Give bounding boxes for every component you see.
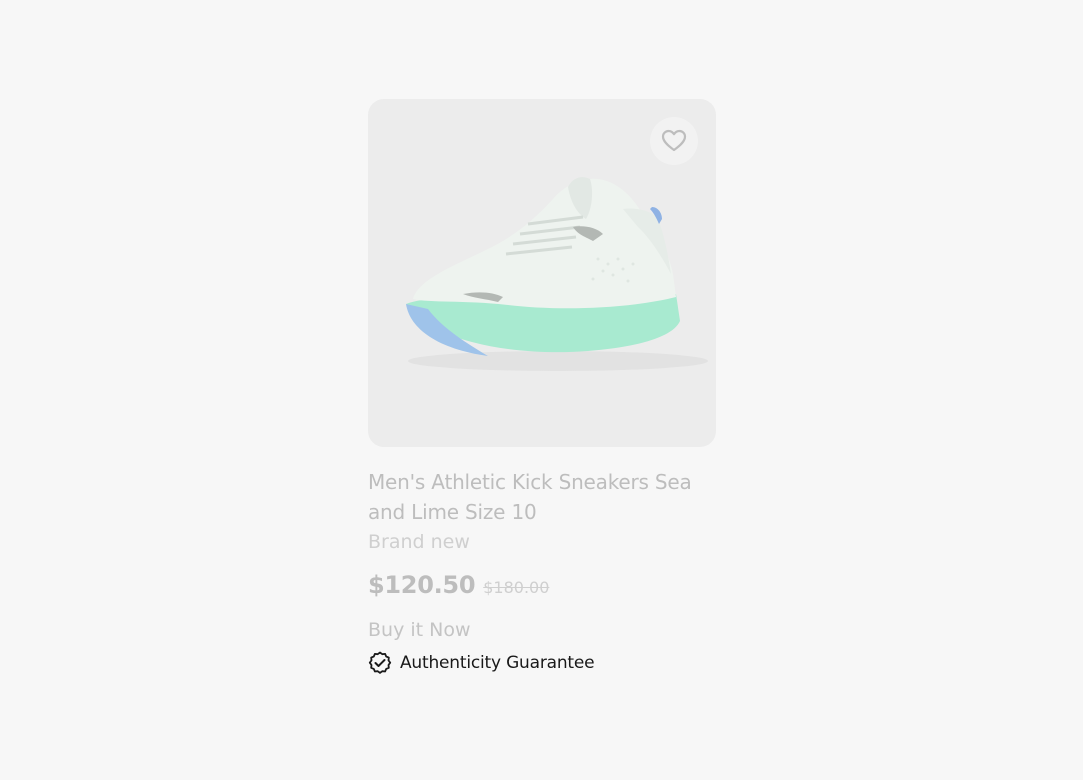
authenticity-guarantee-label: Authenticity Guarantee: [400, 653, 595, 673]
product-title[interactable]: Men's Athletic Kick Sneakers Sea and Lim…: [368, 467, 716, 527]
current-price: $120.50: [368, 571, 476, 599]
product-image-frame[interactable]: [368, 99, 716, 447]
product-card[interactable]: Men's Athletic Kick Sneakers Sea and Lim…: [368, 99, 716, 675]
verified-badge-icon: [368, 651, 392, 674]
heart-icon: [661, 129, 687, 152]
authenticity-guarantee-row: Authenticity Guarantee: [368, 651, 716, 675]
original-price: $180.00: [483, 578, 550, 597]
buy-format-label: Buy it Now: [368, 619, 471, 641]
price-row: $120.50 $180.00: [368, 571, 716, 599]
product-condition: Brand new: [368, 531, 470, 553]
add-to-watchlist-button[interactable]: [650, 117, 698, 165]
